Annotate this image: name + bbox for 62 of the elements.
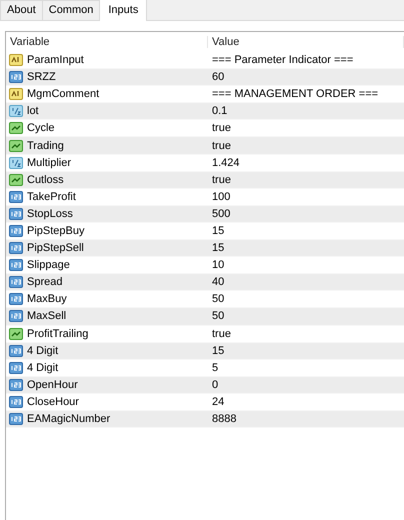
string-type-icon <box>9 87 23 102</box>
value-cell[interactable]: 8888 <box>208 413 404 426</box>
variable-name: OpenHour <box>27 378 78 391</box>
boolean-type-icon <box>9 138 23 153</box>
variable-name: MgmComment <box>27 88 100 100</box>
column-header[interactable]: Value <box>208 36 404 48</box>
value-cell[interactable]: === MANAGEMENT ORDER === <box>208 88 404 100</box>
boolean-type-icon <box>9 121 23 136</box>
value-cell[interactable]: true <box>208 174 404 186</box>
variable-name: lot <box>27 105 39 118</box>
integer-type-icon <box>9 292 23 306</box>
variable-name: 4 Digit <box>27 362 58 374</box>
fraction-type-icon <box>9 104 23 118</box>
variable-name: PipStepBuy <box>27 224 84 237</box>
boolean-type-icon <box>9 172 23 187</box>
variable-name: CloseHour <box>27 396 79 408</box>
variable-name: Slippage <box>27 259 70 272</box>
integer-type-icon <box>9 258 23 272</box>
string-type-icon <box>9 53 23 68</box>
value-cell[interactable]: 40 <box>208 276 404 288</box>
boolean-type-icon <box>9 326 23 341</box>
integer-type-icon <box>9 394 23 409</box>
value-cell[interactable]: 15 <box>208 344 404 357</box>
tab[interactable]: About <box>0 0 43 20</box>
value-cell[interactable]: 10 <box>208 259 404 272</box>
variable-name: MaxBuy <box>27 293 67 306</box>
value-cell[interactable]: 1.424 <box>208 156 404 169</box>
variable-name: ProfitTrailing <box>27 328 88 340</box>
variable-name: SRZZ <box>27 71 56 84</box>
variable-name: TakeProfit <box>27 190 76 203</box>
variable-name: Cutloss <box>27 174 64 186</box>
value-cell[interactable]: 15 <box>208 242 404 254</box>
value-cell[interactable]: 15 <box>208 224 404 237</box>
value-cell[interactable]: 50 <box>208 293 404 306</box>
value-cell[interactable]: true <box>208 140 404 152</box>
integer-type-icon <box>9 224 23 238</box>
variable-name: Spread <box>27 276 62 288</box>
value-cell[interactable]: 0 <box>208 378 404 391</box>
variable-name: StopLoss <box>27 208 73 220</box>
variable-name: Trading <box>27 140 64 152</box>
integer-type-icon <box>9 190 23 204</box>
value-cell[interactable]: 5 <box>208 362 404 374</box>
tab[interactable]: Inputs <box>99 0 148 21</box>
fraction-type-icon <box>9 156 23 170</box>
value-cell[interactable]: true <box>208 328 404 340</box>
column-header[interactable]: Variable <box>6 36 208 48</box>
value-cell[interactable]: true <box>208 122 404 134</box>
value-cell[interactable]: 24 <box>208 396 404 408</box>
value-cell[interactable]: 60 <box>208 71 404 84</box>
value-cell[interactable]: 500 <box>208 208 404 220</box>
variable-name: EAMagicNumber <box>27 413 110 426</box>
value-cell[interactable]: === Parameter Indicator === <box>208 54 404 66</box>
variable-name: Cycle <box>27 122 55 134</box>
variable-name: 4 Digit <box>27 344 58 357</box>
variable-name: ParamInput <box>27 54 84 66</box>
value-cell[interactable]: 50 <box>208 310 404 322</box>
value-cell[interactable]: 0.1 <box>208 105 404 118</box>
variable-name: Multiplier <box>27 156 72 169</box>
integer-type-icon <box>9 360 23 375</box>
value-cell[interactable]: 100 <box>208 190 404 203</box>
variable-name: MaxSell <box>27 310 66 322</box>
variable-name: PipStepSell <box>27 242 84 254</box>
